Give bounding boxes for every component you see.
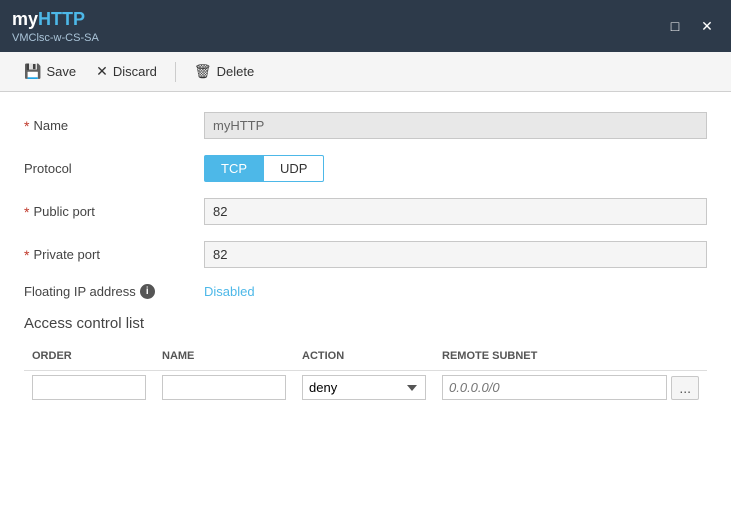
save-button[interactable]: 💾 Save	[16, 59, 84, 84]
public-port-wrapper	[204, 198, 707, 225]
private-port-wrapper	[204, 241, 707, 268]
save-icon: 💾	[24, 63, 41, 80]
delete-label: Delete	[217, 64, 255, 79]
acl-name-input[interactable]	[162, 375, 286, 400]
col-header-remote-subnet: REMOTE SUBNET	[434, 346, 707, 371]
floating-ip-info-icon: i	[140, 284, 155, 299]
remote-subnet-wrap: ...	[442, 375, 699, 400]
close-button[interactable]: ✕	[695, 14, 719, 38]
acl-action-select[interactable]: deny allow	[302, 375, 426, 400]
name-row: * Name	[24, 112, 707, 139]
save-label: Save	[46, 64, 76, 79]
private-port-star: *	[24, 247, 29, 263]
tcp-button[interactable]: TCP	[204, 155, 263, 182]
public-port-input[interactable]	[204, 198, 707, 225]
delete-icon: 🗑	[194, 63, 212, 80]
acl-table: ORDER NAME ACTION REMOTE SUBNET	[24, 346, 707, 404]
public-port-row: * Public port	[24, 198, 707, 225]
discard-label: Discard	[113, 64, 157, 79]
acl-section: Access control list ORDER NAME ACTION RE…	[24, 315, 707, 404]
acl-remote-cell: ...	[434, 371, 707, 405]
acl-order-cell	[24, 371, 154, 405]
delete-button[interactable]: 🗑 Delete	[186, 59, 262, 84]
minimize-button[interactable]: □	[663, 14, 687, 38]
app-title-prefix: my	[12, 9, 38, 29]
udp-button[interactable]: UDP	[263, 155, 324, 182]
title-bar: myHTTP VMClsc-w-CS-SA □ ✕	[0, 0, 731, 52]
acl-name-cell	[154, 371, 294, 405]
acl-header-row: ORDER NAME ACTION REMOTE SUBNET	[24, 346, 707, 371]
acl-order-input[interactable]	[32, 375, 146, 400]
title-bar-left: myHTTP VMClsc-w-CS-SA	[12, 9, 99, 44]
discard-icon: ✕	[96, 63, 108, 80]
floating-ip-value-wrapper: Disabled	[204, 284, 707, 299]
discard-button[interactable]: ✕ Discard	[88, 59, 165, 84]
table-row: deny allow ...	[24, 371, 707, 405]
toolbar-divider	[175, 62, 176, 82]
private-port-row: * Private port	[24, 241, 707, 268]
public-port-label: * Public port	[24, 204, 204, 220]
name-label: * Name	[24, 118, 204, 134]
floating-ip-row: Floating IP address i Disabled	[24, 284, 707, 299]
title-bar-controls: □ ✕	[663, 14, 719, 38]
content-area: * Name Protocol TCP UDP * Public port * …	[0, 92, 731, 514]
private-port-input[interactable]	[204, 241, 707, 268]
floating-ip-label: Floating IP address i	[24, 284, 204, 299]
acl-thead: ORDER NAME ACTION REMOTE SUBNET	[24, 346, 707, 371]
acl-action-cell: deny allow	[294, 371, 434, 405]
col-header-order: ORDER	[24, 346, 154, 371]
col-header-action: ACTION	[294, 346, 434, 371]
acl-title: Access control list	[24, 315, 707, 332]
public-port-star: *	[24, 204, 29, 220]
name-input-wrapper	[204, 112, 707, 139]
private-port-label: * Private port	[24, 247, 204, 263]
acl-more-button[interactable]: ...	[671, 376, 699, 400]
app-title-name: HTTP	[38, 9, 85, 29]
toolbar: 💾 Save ✕ Discard 🗑 Delete	[0, 52, 731, 92]
acl-tbody: deny allow ...	[24, 371, 707, 405]
minimize-icon: □	[671, 18, 679, 34]
protocol-group: TCP UDP	[204, 155, 707, 182]
name-required-star: *	[24, 118, 29, 134]
floating-ip-value: Disabled	[204, 284, 255, 299]
close-icon: ✕	[701, 18, 713, 35]
name-input[interactable]	[204, 112, 707, 139]
protocol-label: Protocol	[24, 161, 204, 176]
app-subtitle: VMClsc-w-CS-SA	[12, 32, 99, 44]
app-title: myHTTP	[12, 9, 99, 30]
protocol-row: Protocol TCP UDP	[24, 155, 707, 182]
acl-remote-subnet-input[interactable]	[442, 375, 667, 400]
col-header-name: NAME	[154, 346, 294, 371]
